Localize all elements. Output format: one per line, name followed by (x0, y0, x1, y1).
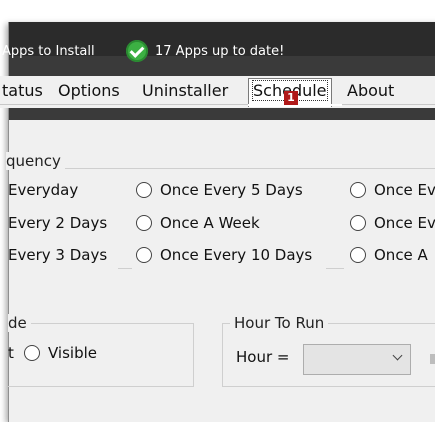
radio-every-3-days[interactable]: Every 3 Days (8, 246, 107, 264)
tab-uninstaller[interactable]: Uninstaller (142, 81, 228, 100)
clipped-control-edge (430, 354, 435, 364)
radio-everyday[interactable]: Everyday (8, 181, 78, 199)
radio-once-every-col3-row1[interactable]: Once Ev (374, 181, 435, 199)
radio-visible[interactable]: Visible (48, 344, 97, 362)
frequency-row3-rule-2 (326, 268, 344, 269)
tab-about[interactable]: About (347, 81, 394, 100)
hour-select[interactable] (303, 344, 411, 375)
frequency-group-label: quency (6, 152, 65, 170)
tab-status[interactable]: tatus (2, 81, 43, 100)
hour-to-run-group-label: Hour To Run (230, 314, 329, 332)
radio-once-every-col3-row2-circle[interactable] (350, 215, 366, 231)
radio-once-every-10-days[interactable]: Once Every 10 Days (160, 246, 312, 264)
radio-once-every-5-days[interactable]: Once Every 5 Days (160, 181, 303, 199)
radio-once-every-col3-row2[interactable]: Once Ev (374, 214, 435, 232)
radio-once-every-5-days-circle[interactable] (136, 182, 152, 198)
radio-mode-hidden-partial[interactable]: t (8, 344, 14, 362)
step-badge: 1 (284, 91, 298, 105)
apps-up-to-date-label: 17 Apps up to date! (155, 44, 285, 59)
frequency-group-border (64, 168, 435, 169)
radio-visible-circle[interactable] (24, 345, 40, 361)
radio-once-a-col3[interactable]: Once A (374, 246, 428, 264)
chevron-down-icon (392, 350, 403, 361)
radio-once-every-10-days-circle[interactable] (136, 247, 152, 263)
frequency-row3-rule-1 (118, 268, 132, 269)
check-icon (126, 40, 148, 62)
hour-label: Hour = (236, 348, 290, 366)
radio-once-every-col3-row1-circle[interactable] (350, 182, 366, 198)
apps-to-install-label: Apps to Install (2, 44, 95, 59)
radio-every-2-days[interactable]: Every 2 Days (8, 214, 107, 232)
tab-options[interactable]: Options (58, 81, 120, 100)
mode-group-label: de (8, 314, 31, 332)
radio-once-a-week[interactable]: Once A Week (160, 214, 260, 232)
radio-once-a-week-circle[interactable] (136, 215, 152, 231)
radio-once-a-col3-circle[interactable] (350, 247, 366, 263)
tab-divider (0, 104, 435, 105)
